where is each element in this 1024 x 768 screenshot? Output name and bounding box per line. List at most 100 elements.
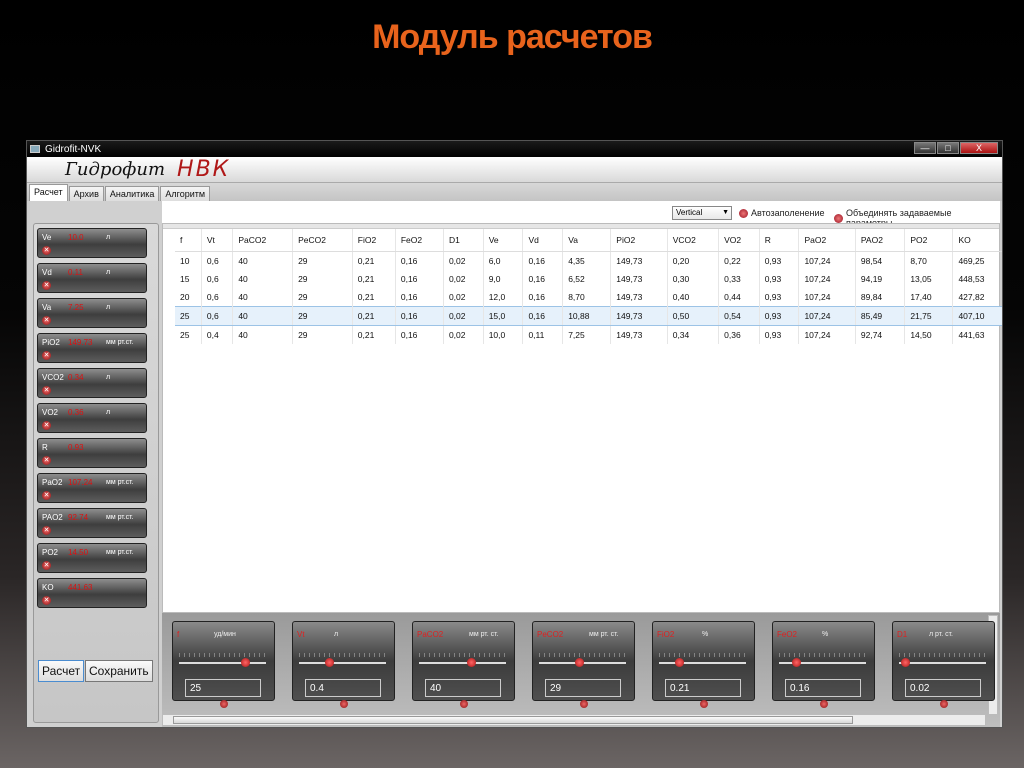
remove-icon[interactable]: ✕ [42,421,51,430]
column-header-fio2[interactable]: FiO2 [352,229,396,252]
table-cell: 29 [292,269,353,288]
slider-thumb[interactable] [675,658,684,667]
table-row[interactable]: 20 0,6 40 29 0,21 0,16 0,02 12,0 0,16 8,70 149,73 0… [175,288,1002,307]
remove-icon[interactable]: ✕ [42,281,51,290]
save-button[interactable]: Сохранить [85,660,153,682]
table-row[interactable]: 10 0,6 40 29 0,21 0,16 0,02 6,0 0,16 4,35 149,73 0,… [175,251,1002,270]
column-header-pao2[interactable]: PAO2 [855,229,906,252]
tab-calc[interactable]: Расчет [29,184,68,201]
table-cell: 149,73 [610,306,668,326]
slider-thumb[interactable] [241,658,251,667]
slider-value-input[interactable] [305,679,381,697]
table-cell: 0,16 [395,251,444,270]
slider-value-input[interactable] [665,679,741,697]
table-cell: 0,16 [395,306,444,326]
column-header-pao2[interactable]: PaO2 [798,229,856,252]
param-unit: л [106,234,111,241]
param-card-ko: KO 441.63 ✕ [37,578,147,608]
slider-track[interactable] [299,662,386,664]
column-header-feo2[interactable]: FeO2 [395,229,444,252]
title-bar: Gidrofit-NVK — □ X [27,141,1002,157]
remove-icon[interactable]: ✕ [42,246,51,255]
table-cell: 40 [232,306,294,326]
tab-archive[interactable]: Архив [68,186,104,201]
logo-brand: Гидрофит [65,159,166,180]
slider-thumb[interactable] [467,658,476,667]
slider-value-input[interactable] [905,679,981,697]
remove-icon[interactable] [340,700,348,708]
column-header-pio2[interactable]: PiO2 [610,229,668,252]
column-header-vd[interactable]: Vd [522,229,564,252]
slider-name: f [177,630,180,639]
orientation-value: Vertical [676,208,703,217]
slider-track[interactable] [419,662,506,664]
remove-icon[interactable]: ✕ [42,386,51,395]
remove-icon[interactable]: ✕ [42,561,51,570]
column-header-vco2[interactable]: VCO2 [667,229,720,252]
slider-track[interactable] [179,662,266,664]
slider-track[interactable] [659,662,746,664]
maximize-button[interactable]: □ [937,142,959,154]
column-header-va[interactable]: Va [562,229,612,252]
column-header-f[interactable]: f [175,229,202,252]
slider-thumb[interactable] [575,658,584,667]
column-header-peco2[interactable]: PeCO2 [292,229,353,252]
table-cell: 0,50 [667,306,720,326]
slider-ticks [779,653,866,657]
column-header-ve[interactable]: Ve [483,229,524,252]
table-cell: 0,34 [667,325,720,344]
column-header-r[interactable]: R [759,229,800,252]
slider-thumb[interactable] [900,658,910,667]
slider-thumb[interactable] [324,658,334,667]
slider-value-input[interactable] [185,679,261,697]
slider-card-feo2: FeO2% [772,621,875,708]
slider-name: PeCO2 [537,630,564,639]
param-value: 0.11 [68,268,83,277]
slider-track[interactable] [899,662,986,664]
scrollbar-thumb[interactable] [173,716,853,724]
column-header-paco2[interactable]: PaCO2 [232,229,294,252]
minimize-button[interactable]: — [914,142,936,154]
remove-icon[interactable] [220,700,228,708]
param-name: PAO2 [42,513,63,522]
table-row[interactable]: 15 0,6 40 29 0,21 0,16 0,02 9,0 0,16 6,52 149,73 0,… [175,269,1002,288]
slider-value-input[interactable] [425,679,501,697]
slider-value-input[interactable] [545,679,621,697]
calc-button[interactable]: Расчет [38,660,85,682]
table-cell: 94,19 [855,269,906,288]
column-header-po2[interactable]: PO2 [904,229,954,252]
tab-analytics[interactable]: Аналитика [104,186,160,201]
remove-icon[interactable] [700,700,708,708]
remove-icon[interactable] [460,700,468,708]
slider-thumb[interactable] [791,658,801,667]
close-button[interactable]: X [960,142,998,154]
param-unit: л [106,409,111,416]
param-value: 10.0 [68,233,84,242]
column-header-vo2[interactable]: VO2 [718,229,760,252]
remove-icon[interactable]: ✕ [42,456,51,465]
remove-icon[interactable]: ✕ [42,316,51,325]
remove-icon[interactable] [820,700,828,708]
remove-icon[interactable]: ✕ [42,491,51,500]
remove-icon[interactable]: ✕ [42,596,51,605]
slider-value-input[interactable] [785,679,861,697]
table-row[interactable]: 25 0,4 40 29 0,21 0,16 0,02 10,0 0,11 7,25 149,73 0… [175,325,1002,344]
autofill-radio[interactable]: Автозаполенение [739,208,825,218]
table-row[interactable]: 25 0,6 40 29 0,21 0,16 0,02 15,0 0,16 10,88 149,73… [175,306,1002,326]
tab-algorithm[interactable]: Алгоритм [160,186,211,201]
column-header-vt[interactable]: Vt [201,229,234,252]
horizontal-scrollbar[interactable] [162,714,986,726]
slider-ticks [179,653,266,657]
remove-icon[interactable] [580,700,588,708]
column-header-ko[interactable]: KO [952,229,1002,252]
remove-icon[interactable]: ✕ [42,351,51,360]
table-cell: 448,53 [952,269,1002,288]
table-cell: 0,36 [718,325,760,344]
column-header-d1[interactable]: D1 [443,229,484,252]
remove-icon[interactable]: ✕ [42,526,51,535]
slider-card-paco2: PaCO2 мм рт. ст. [412,621,515,708]
remove-icon[interactable] [940,700,948,708]
orientation-select[interactable]: Vertical ▼ [672,206,732,220]
radio-icon [739,208,748,218]
table-cell: 149,73 [610,325,668,344]
